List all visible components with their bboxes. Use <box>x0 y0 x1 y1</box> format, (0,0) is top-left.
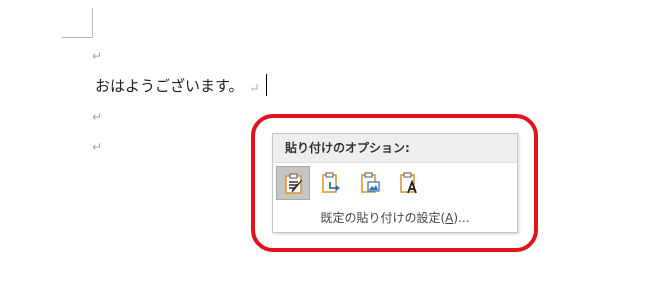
keep-text-only-button[interactable] <box>392 166 426 200</box>
paragraph-mark: ↵ <box>92 49 103 63</box>
set-default-paste-text-end: )... <box>453 211 470 225</box>
paste-as-picture-button[interactable] <box>353 166 387 200</box>
document-text: おはようございます。 <box>95 77 244 95</box>
document-text-line[interactable]: おはようございます。 ↵ <box>95 76 260 96</box>
paste-options-panel: 貼り付けのオプション: 既定の貼り付けの設定(A)... <box>272 133 518 233</box>
set-default-paste-text: 既定の貼り付けの設定( <box>320 211 446 225</box>
paragraph-mark: ↵ <box>92 110 103 124</box>
paragraph-mark: ↵ <box>249 81 260 95</box>
paragraph-mark: ↵ <box>92 140 103 154</box>
page-margin-corner-horizontal <box>62 37 93 38</box>
page-margin-corner-vertical <box>92 8 93 38</box>
text-cursor <box>266 74 267 96</box>
clipboard-brush-icon <box>285 173 303 194</box>
clipboard-text-icon <box>400 172 417 194</box>
paste-options-header: 貼り付けのオプション: <box>273 134 517 163</box>
clipboard-arrow-icon <box>322 172 340 193</box>
paste-options-buttons <box>273 163 517 203</box>
keep-source-formatting-button[interactable] <box>276 166 310 200</box>
merge-formatting-button[interactable] <box>314 166 348 200</box>
clipboard-picture-icon <box>361 172 380 193</box>
set-default-paste-link[interactable]: 既定の貼り付けの設定(A)... <box>273 210 517 226</box>
